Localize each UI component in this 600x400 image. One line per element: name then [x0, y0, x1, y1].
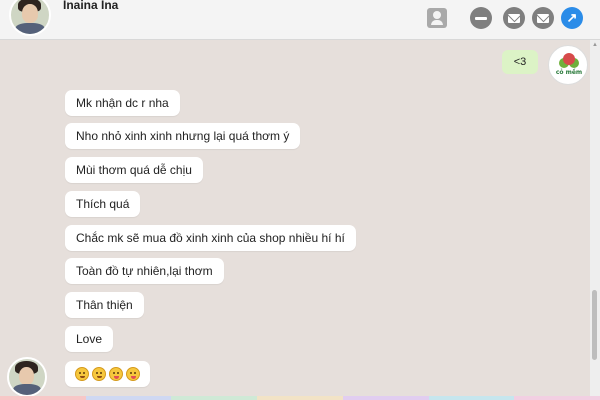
color-strip-segment	[0, 396, 86, 400]
color-strip-segment	[171, 396, 258, 400]
contact-card-icon[interactable]	[427, 8, 447, 28]
incoming-message: Toàn đồ tự nhiên,lại thơm	[65, 258, 224, 284]
chat-header: Inaina Ina ↗	[0, 0, 600, 40]
scroll-up-icon[interactable]: ▲	[591, 42, 599, 48]
tongue-emoji-icon	[126, 367, 140, 381]
incoming-message: Thân thiện	[65, 292, 144, 318]
color-strip-segment	[428, 396, 515, 400]
tongue-emoji-icon	[109, 367, 123, 381]
minus-icon[interactable]	[470, 7, 492, 29]
incoming-message: Thích quá	[65, 191, 141, 217]
grin-emoji-icon	[75, 367, 89, 381]
contact-avatar[interactable]	[9, 0, 51, 36]
share-icon[interactable]: ↗	[561, 7, 583, 29]
bottom-color-strip	[0, 396, 600, 400]
mail-open-icon[interactable]	[532, 7, 554, 29]
emoji-message	[65, 361, 150, 387]
incoming-message: Chắc mk sẽ mua đồ xinh xinh của shop nhi…	[65, 225, 356, 251]
outgoing-message: <3	[502, 50, 538, 74]
scrollbar-thumb[interactable]	[592, 290, 597, 360]
incoming-message: Mùi thơm quá dễ chịu	[65, 157, 203, 183]
color-strip-segment	[257, 396, 343, 400]
color-strip-segment	[514, 396, 600, 400]
grin-emoji-icon	[92, 367, 106, 381]
mail-icon[interactable]	[503, 7, 525, 29]
incoming-message: Mk nhận dc r nha	[65, 90, 180, 116]
incoming-message: Nho nhỏ xinh xinh nhưng lại quá thơm ý	[65, 123, 301, 149]
incoming-message: Love	[65, 326, 114, 352]
shop-logo-text: cỏ mềm	[555, 69, 583, 76]
color-strip-segment	[342, 396, 429, 400]
shop-avatar[interactable]: cỏ mềm	[548, 45, 588, 85]
color-strip-segment	[85, 396, 172, 400]
contact-name[interactable]: Inaina Ina	[63, 0, 118, 12]
sender-avatar[interactable]	[7, 357, 47, 397]
clover-logo-icon	[563, 53, 575, 65]
